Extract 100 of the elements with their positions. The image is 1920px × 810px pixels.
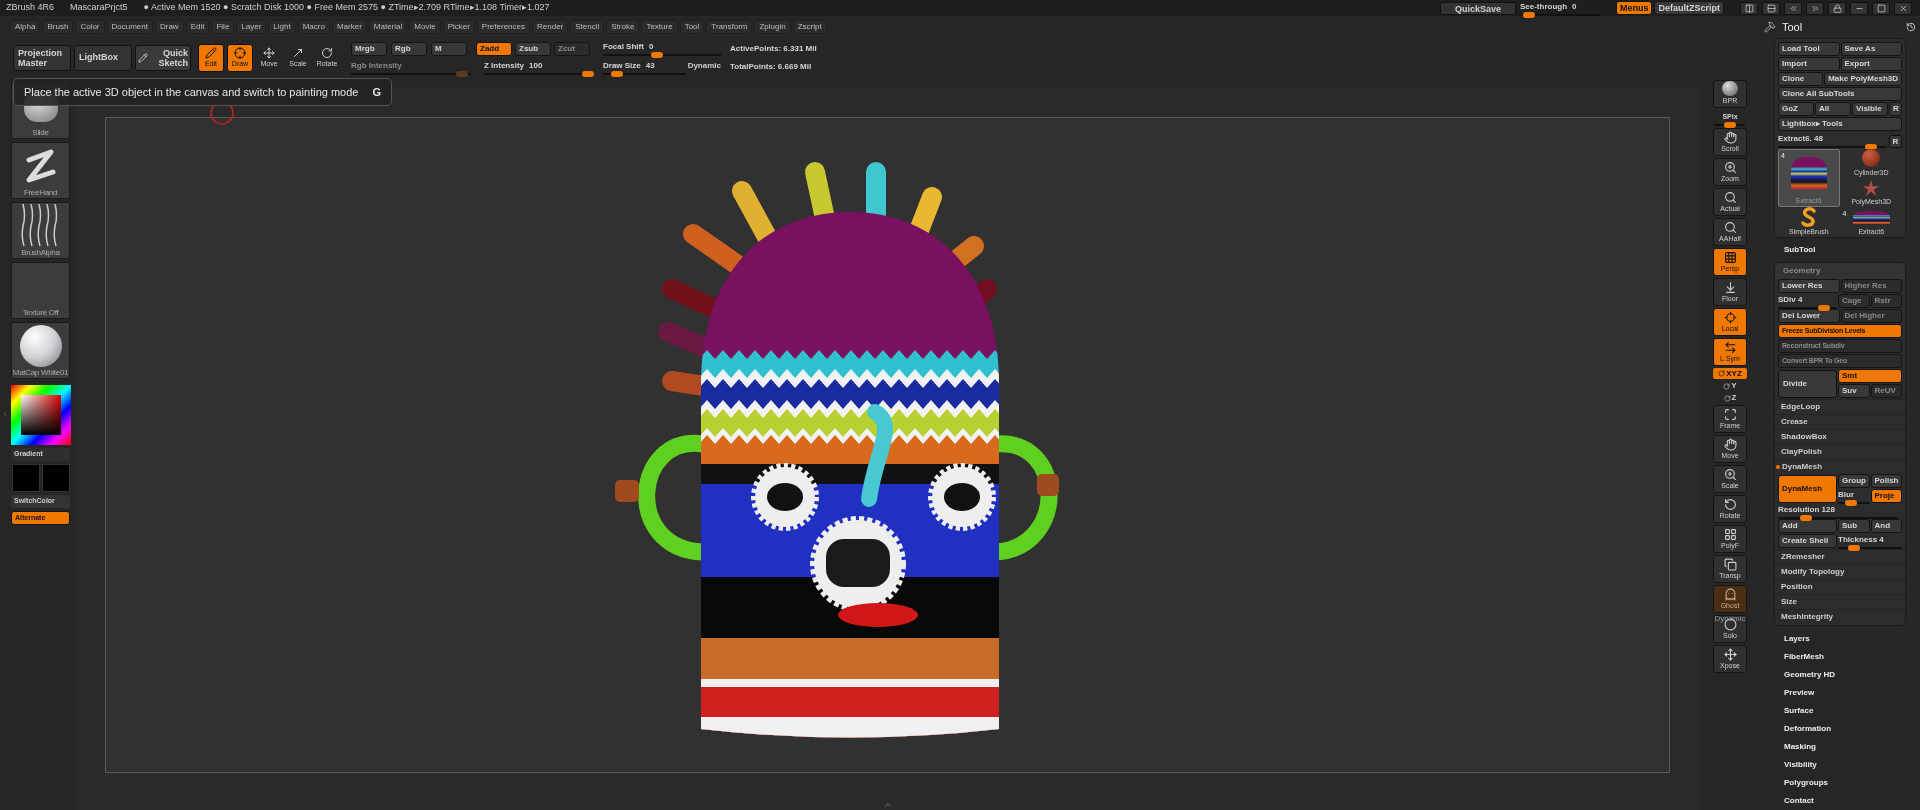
right-chevrons-icon[interactable] xyxy=(1806,1,1824,15)
subsection-item[interactable]: ShadowBox xyxy=(1775,428,1905,444)
title-button[interactable]: Menus xyxy=(1615,1,1653,15)
slider-knob[interactable] xyxy=(1523,11,1536,18)
menu-item[interactable]: Picker xyxy=(442,20,475,34)
slider-knob[interactable] xyxy=(1799,514,1812,521)
depth-mode-button[interactable]: Zsub xyxy=(515,41,551,56)
subsection-item[interactable]: EdgeLoop xyxy=(1775,398,1905,414)
slider-knob[interactable] xyxy=(611,71,624,77)
title-button[interactable]: DefaultZScript xyxy=(1654,1,1724,15)
menu-item[interactable]: Transform xyxy=(706,20,753,34)
slider-knob[interactable] xyxy=(650,52,663,58)
color-mode-button[interactable]: M xyxy=(431,41,467,56)
menu-item[interactable]: Material xyxy=(368,20,408,34)
subsection-item[interactable]: MeshIntegrity xyxy=(1775,608,1905,624)
slider-knob[interactable] xyxy=(582,70,594,77)
subsection-item[interactable]: Position xyxy=(1775,578,1905,594)
color-picker[interactable] xyxy=(10,385,71,445)
dynamesh-button[interactable]: DynaMesh xyxy=(1778,474,1837,503)
subsection-item[interactable]: Size xyxy=(1775,593,1905,609)
group-button[interactable]: Group xyxy=(1838,473,1870,488)
menu-item[interactable]: Draw xyxy=(154,20,184,34)
palette-section[interactable]: Geometry HD xyxy=(1784,666,1920,684)
secondary-color-swatch[interactable] xyxy=(41,464,70,492)
color-mode-button[interactable]: Rgb xyxy=(391,41,427,56)
slider-knob[interactable] xyxy=(1848,544,1861,551)
palette-section[interactable]: Surface xyxy=(1784,702,1920,720)
color-mode-button[interactable]: Mrgb xyxy=(351,41,387,56)
split-panel-icon[interactable] xyxy=(1762,1,1780,15)
tool-button[interactable]: R xyxy=(1889,101,1902,116)
axis-button[interactable]: XYZ xyxy=(1713,368,1747,379)
palette-thumbnail[interactable]: FreeHand xyxy=(11,142,70,199)
palette-thumbnail[interactable]: BrushAlpha xyxy=(11,202,70,259)
polish-button[interactable]: Polish xyxy=(1870,473,1902,488)
subsection-item[interactable]: Crease xyxy=(1775,413,1905,429)
menu-item[interactable]: Light xyxy=(268,20,296,34)
sub-button[interactable]: Sub xyxy=(1838,519,1870,534)
menu-item[interactable]: Document xyxy=(106,20,153,34)
divide-option[interactable]: Smt xyxy=(1838,369,1902,384)
palette-section[interactable]: Deformation xyxy=(1784,720,1920,738)
axis-button[interactable]: Z xyxy=(1720,393,1740,403)
create-shell-button[interactable]: Create Shell xyxy=(1778,534,1837,549)
depth-mode-button[interactable]: Zadd xyxy=(476,41,512,56)
geometry-button[interactable]: Lower Res xyxy=(1778,279,1840,294)
palette-section[interactable]: Contact xyxy=(1784,792,1920,810)
menu-item[interactable]: Render xyxy=(532,20,569,34)
geometry-header[interactable]: Geometry xyxy=(1775,262,1905,279)
menu-item[interactable]: Zscript xyxy=(792,20,827,34)
palette-section[interactable]: Polygroups xyxy=(1784,774,1920,792)
slider-knob[interactable] xyxy=(1844,499,1857,506)
palette-section[interactable]: FiberMesh xyxy=(1784,648,1920,666)
add-button[interactable]: Add xyxy=(1778,519,1837,534)
restore-icon[interactable] xyxy=(1872,1,1890,15)
menu-item[interactable]: Layer xyxy=(236,20,267,34)
subsection-item[interactable]: ZRemesher xyxy=(1775,548,1905,564)
subtool-slider[interactable]: Extract6. 48 xyxy=(1778,132,1887,148)
menu-item[interactable]: Stencil xyxy=(570,20,605,34)
minimize-icon[interactable] xyxy=(1850,1,1868,15)
palette-thumbnail[interactable]: Texture Off xyxy=(11,262,70,319)
dynamic-button[interactable]: Dynamic xyxy=(687,60,721,72)
menu-item[interactable]: Color xyxy=(75,20,105,34)
z-intensity-slider[interactable]: Z Intensity 100 xyxy=(476,59,594,75)
menu-item[interactable]: Edit xyxy=(185,20,210,34)
projection-master-button[interactable]: Projection Master xyxy=(13,45,71,71)
tool-button[interactable]: Export xyxy=(1840,56,1902,71)
menu-item[interactable]: Brush xyxy=(42,20,74,34)
tool-button[interactable]: Save As xyxy=(1840,41,1902,56)
menu-item[interactable]: Tool xyxy=(679,20,705,34)
menu-item[interactable]: Stroke xyxy=(606,20,640,34)
palette-section[interactable]: Layers xyxy=(1784,630,1920,648)
lightbox-button[interactable]: LightBox xyxy=(74,45,132,71)
menu-item[interactable]: Alpha xyxy=(10,20,41,34)
lock-icon[interactable] xyxy=(1828,1,1846,15)
tool-button[interactable]: Lightbox▸ Tools xyxy=(1778,116,1902,131)
split-panel-icon[interactable] xyxy=(1740,1,1758,15)
slider-knob[interactable] xyxy=(1865,143,1878,150)
tool-button[interactable]: Make PolyMesh3D xyxy=(1824,71,1902,86)
subsection-item[interactable]: ClayPolish xyxy=(1775,443,1905,459)
tool-button[interactable]: All xyxy=(1815,101,1851,116)
menu-item[interactable]: Macro xyxy=(297,20,330,34)
menu-item[interactable]: Texture xyxy=(641,20,678,34)
reset-button[interactable]: R xyxy=(1889,134,1902,148)
thickness-slider[interactable]: Thickness 4 xyxy=(1838,533,1902,549)
menu-item[interactable]: File xyxy=(211,20,235,34)
tool-button[interactable]: GoZ xyxy=(1778,101,1814,116)
menu-item[interactable]: Movie xyxy=(409,20,441,34)
tool-button[interactable]: Import xyxy=(1778,56,1840,71)
slider-knob[interactable] xyxy=(1817,304,1830,311)
divide-option[interactable]: Suv xyxy=(1838,384,1870,399)
project-button[interactable]: Proje xyxy=(1870,488,1902,503)
quicksave-button[interactable]: QuickSave xyxy=(1439,1,1516,15)
slider-knob[interactable] xyxy=(1724,121,1736,128)
menu-item[interactable]: Zplugin xyxy=(754,20,791,34)
close-icon[interactable] xyxy=(1894,1,1912,15)
menu-item[interactable]: Preferences xyxy=(476,20,530,34)
subsection-item[interactable]: DynaMesh xyxy=(1775,458,1905,474)
axis-button[interactable]: Y xyxy=(1720,381,1740,391)
left-chevrons-icon[interactable] xyxy=(1784,1,1802,15)
palette-section[interactable]: Visibility xyxy=(1784,756,1920,774)
main-color-swatch[interactable] xyxy=(11,464,40,492)
